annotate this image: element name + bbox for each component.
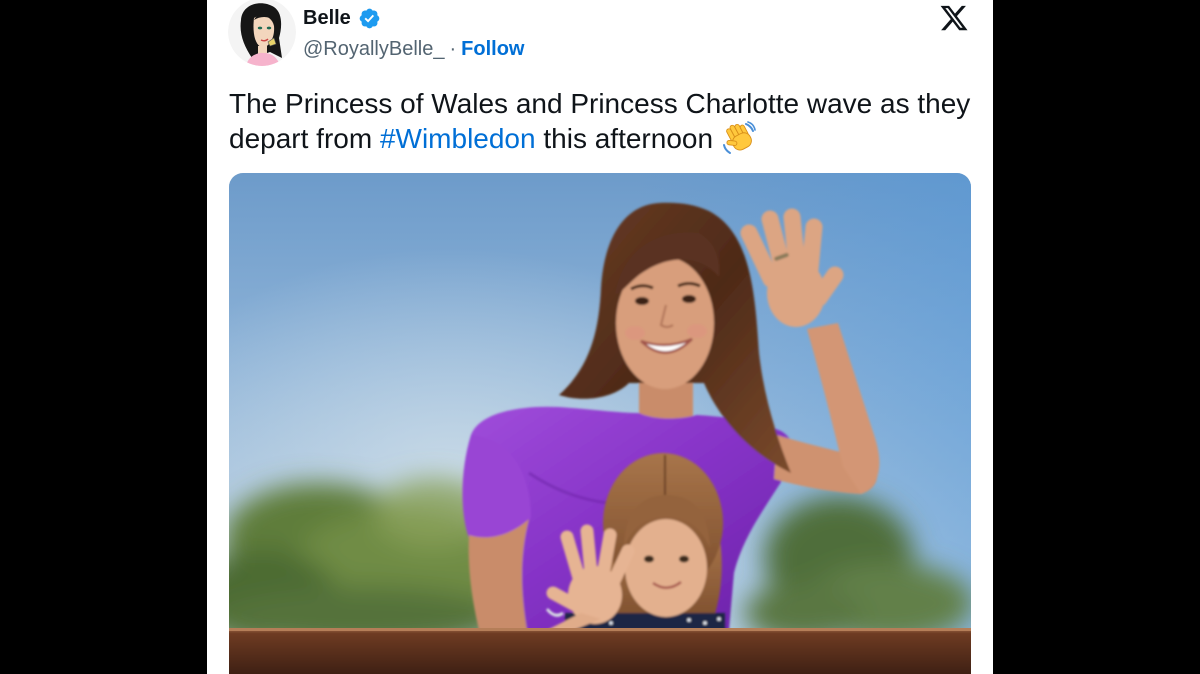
x-logo-icon[interactable] — [938, 3, 970, 33]
tweet-text-line-2-suffix: this afternoon — [535, 123, 714, 154]
woman-eye-left — [635, 297, 649, 305]
author-name[interactable]: Belle — [303, 7, 351, 30]
photo-wooden-rail — [229, 628, 971, 674]
tweet-text-line-2: depart from #Wimbledon this afternoon — [229, 121, 970, 155]
woman-cheek-left — [625, 326, 645, 340]
avatar-eye-right — [266, 26, 272, 30]
handle-separator: · — [449, 38, 457, 60]
verified-badge-icon — [359, 8, 380, 28]
tweet-embed-card: Belle @RoyallyBelle_ · Follow The Princess… — [207, 0, 993, 674]
girl-eye-right — [679, 555, 689, 563]
woman-eye-right — [682, 295, 696, 303]
avatar-eye-left — [257, 26, 263, 30]
author-handle-row: @RoyallyBelle_ · Follow — [303, 36, 524, 62]
tweet-photo-image — [229, 173, 971, 674]
avatar-neck — [258, 46, 267, 54]
avatar-image — [228, 0, 296, 66]
author-name-row: Belle — [303, 5, 381, 31]
tweet-text-line-2-prefix: depart from — [229, 123, 380, 154]
girl-hand-palm — [568, 566, 622, 624]
woman-cheek-right — [687, 324, 707, 338]
girl-eye-left — [644, 555, 654, 563]
tweet-text: The Princess of Wales and Princess Charl… — [229, 87, 970, 155]
hashtag-link[interactable]: #Wimbledon — [380, 123, 536, 154]
girl-face — [625, 519, 707, 617]
woman-hand-palm — [767, 259, 825, 327]
author-avatar[interactable] — [228, 0, 296, 66]
tweet-text-line-1: The Princess of Wales and Princess Charl… — [229, 88, 971, 119]
author-handle[interactable]: @RoyallyBelle_ — [303, 38, 444, 60]
tweet-photo[interactable] — [229, 173, 971, 674]
photo-rail-highlight — [229, 628, 971, 631]
waving-hand-icon — [723, 121, 756, 154]
follow-button[interactable]: Follow — [461, 38, 524, 60]
